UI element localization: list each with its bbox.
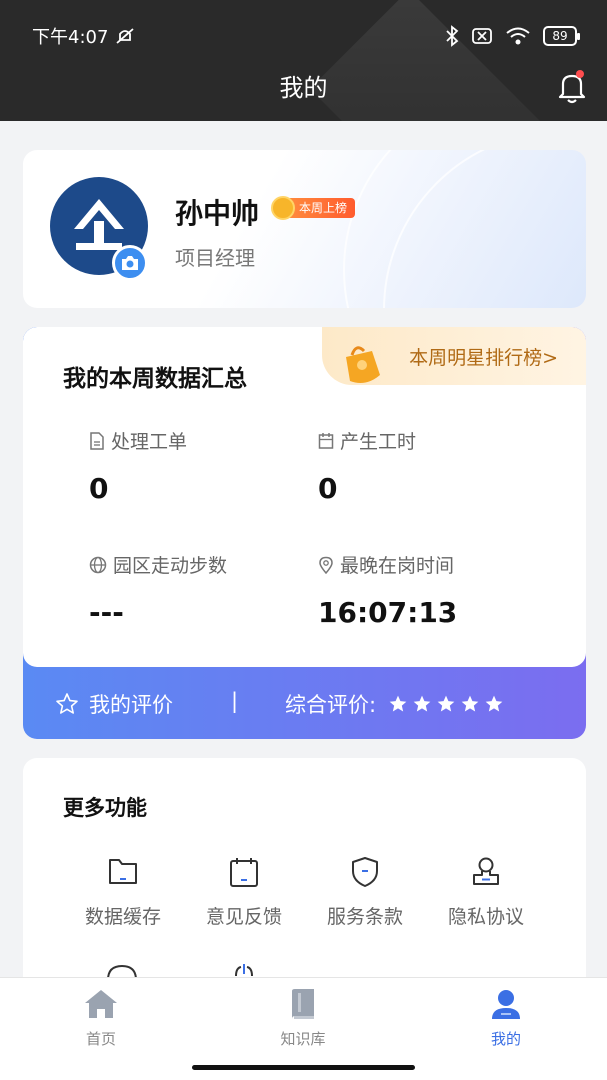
stat-value: 0 [89, 472, 109, 505]
gift-bag-icon [346, 346, 380, 383]
location-pin-icon [319, 556, 333, 574]
star-filled-icon [461, 695, 479, 712]
medal-icon [271, 196, 295, 220]
home-indicator [192, 1065, 415, 1070]
calendar-icon [230, 858, 258, 887]
evaluation-separator: | [231, 689, 239, 713]
document-icon [90, 431, 104, 450]
tab-label: 知识库 [280, 1030, 326, 1048]
calendar-icon [318, 432, 334, 449]
star-filled-icon [413, 695, 431, 712]
my-evaluation-link[interactable]: 我的评价 [55, 689, 173, 719]
mute-icon [116, 28, 135, 44]
star-ranking-label: 本周明星排行榜> [409, 347, 558, 369]
wifi-icon [506, 27, 530, 45]
book-icon [292, 989, 314, 1019]
top-bar: 下午4:07 89 我的 [0, 0, 607, 121]
function-label: 隐私协议 [447, 906, 524, 928]
function-label: 数据缓存 [84, 906, 161, 928]
status-bar: 下午4:07 89 [32, 24, 580, 48]
battery-indicator: 89 [543, 26, 580, 46]
star-filled-icon [389, 695, 407, 712]
notification-dot [576, 70, 584, 78]
stat-work-hours: 产生工时 0 [318, 427, 416, 505]
tab-mine[interactable]: 我的 [446, 988, 566, 1049]
tab-label: 我的 [490, 1030, 521, 1048]
function-data-cache[interactable]: 数据缓存 [63, 856, 183, 929]
weekly-summary-title: 我的本周数据汇总 [63, 366, 247, 392]
more-functions-title: 更多功能 [63, 796, 147, 820]
star-filled-icon [485, 695, 503, 712]
user-icon [492, 990, 520, 1019]
no-sim-icon [472, 28, 492, 44]
bottom-tab-bar: 首页 知识库 我的 [0, 977, 607, 1080]
weekly-rank-badge: 本周上榜 [271, 196, 356, 220]
page-title: 我的 [279, 74, 328, 102]
function-label: 服务条款 [326, 906, 403, 928]
profile-card[interactable]: 孙中帅 本周上榜 项目经理 [23, 150, 586, 308]
tab-knowledge-base[interactable]: 知识库 [243, 988, 363, 1049]
stamp-icon [473, 857, 499, 885]
folder-icon [109, 859, 137, 884]
stat-latest-time: 最晚在岗时间 16:07:13 [318, 551, 457, 629]
shield-icon [352, 857, 378, 887]
stat-label: 园区走动步数 [113, 555, 228, 577]
weekly-summary-body: 我的本周数据汇总 本周明星排行榜> 处理工单 0 产生工时 0 园区走动步数 - [23, 327, 586, 667]
rank-badge-label: 本周上榜 [289, 198, 356, 218]
function-privacy[interactable]: 隐私协议 [426, 856, 546, 929]
stat-steps: 园区走动步数 --- [89, 551, 227, 629]
user-name: 孙中帅 [175, 197, 260, 230]
notification-button[interactable] [557, 70, 587, 104]
change-avatar-button[interactable] [112, 245, 148, 281]
tab-label: 首页 [85, 1030, 116, 1048]
stat-label: 处理工单 [111, 431, 188, 453]
camera-icon [122, 256, 138, 270]
home-icon [85, 990, 117, 1018]
rating-stars [388, 694, 504, 714]
user-role: 项目经理 [175, 246, 255, 270]
status-time: 下午4:07 [32, 27, 109, 48]
weekly-summary-card: 我的本周数据汇总 本周明星排行榜> 处理工单 0 产生工时 0 园区走动步数 - [23, 327, 586, 739]
star-ranking-link[interactable]: 本周明星排行榜> [322, 327, 586, 385]
stat-value: 0 [318, 472, 338, 505]
function-feedback[interactable]: 意见反馈 [184, 856, 304, 929]
stat-work-orders: 处理工单 0 [89, 427, 187, 505]
function-label: 意见反馈 [205, 906, 282, 928]
stat-label: 最晚在岗时间 [340, 555, 455, 577]
more-functions-card: 更多功能 数据缓存 意见反馈 服务条款 隐私协议 [23, 758, 586, 998]
tab-home[interactable]: 首页 [41, 988, 161, 1049]
stat-label: 产生工时 [340, 431, 417, 453]
overall-evaluation: 综合评价: [285, 689, 504, 719]
my-evaluation-label: 我的评价 [89, 693, 173, 717]
stat-value: 16:07:13 [318, 596, 458, 629]
overall-evaluation-label: 综合评价: [285, 693, 377, 717]
globe-icon [89, 556, 107, 573]
star-filled-icon [437, 695, 455, 712]
bluetooth-icon [446, 25, 459, 47]
stat-value: --- [89, 596, 124, 629]
evaluation-bar[interactable]: 我的评价 | 综合评价: [23, 667, 586, 739]
function-terms[interactable]: 服务条款 [305, 856, 425, 929]
star-outline-icon [56, 693, 78, 714]
